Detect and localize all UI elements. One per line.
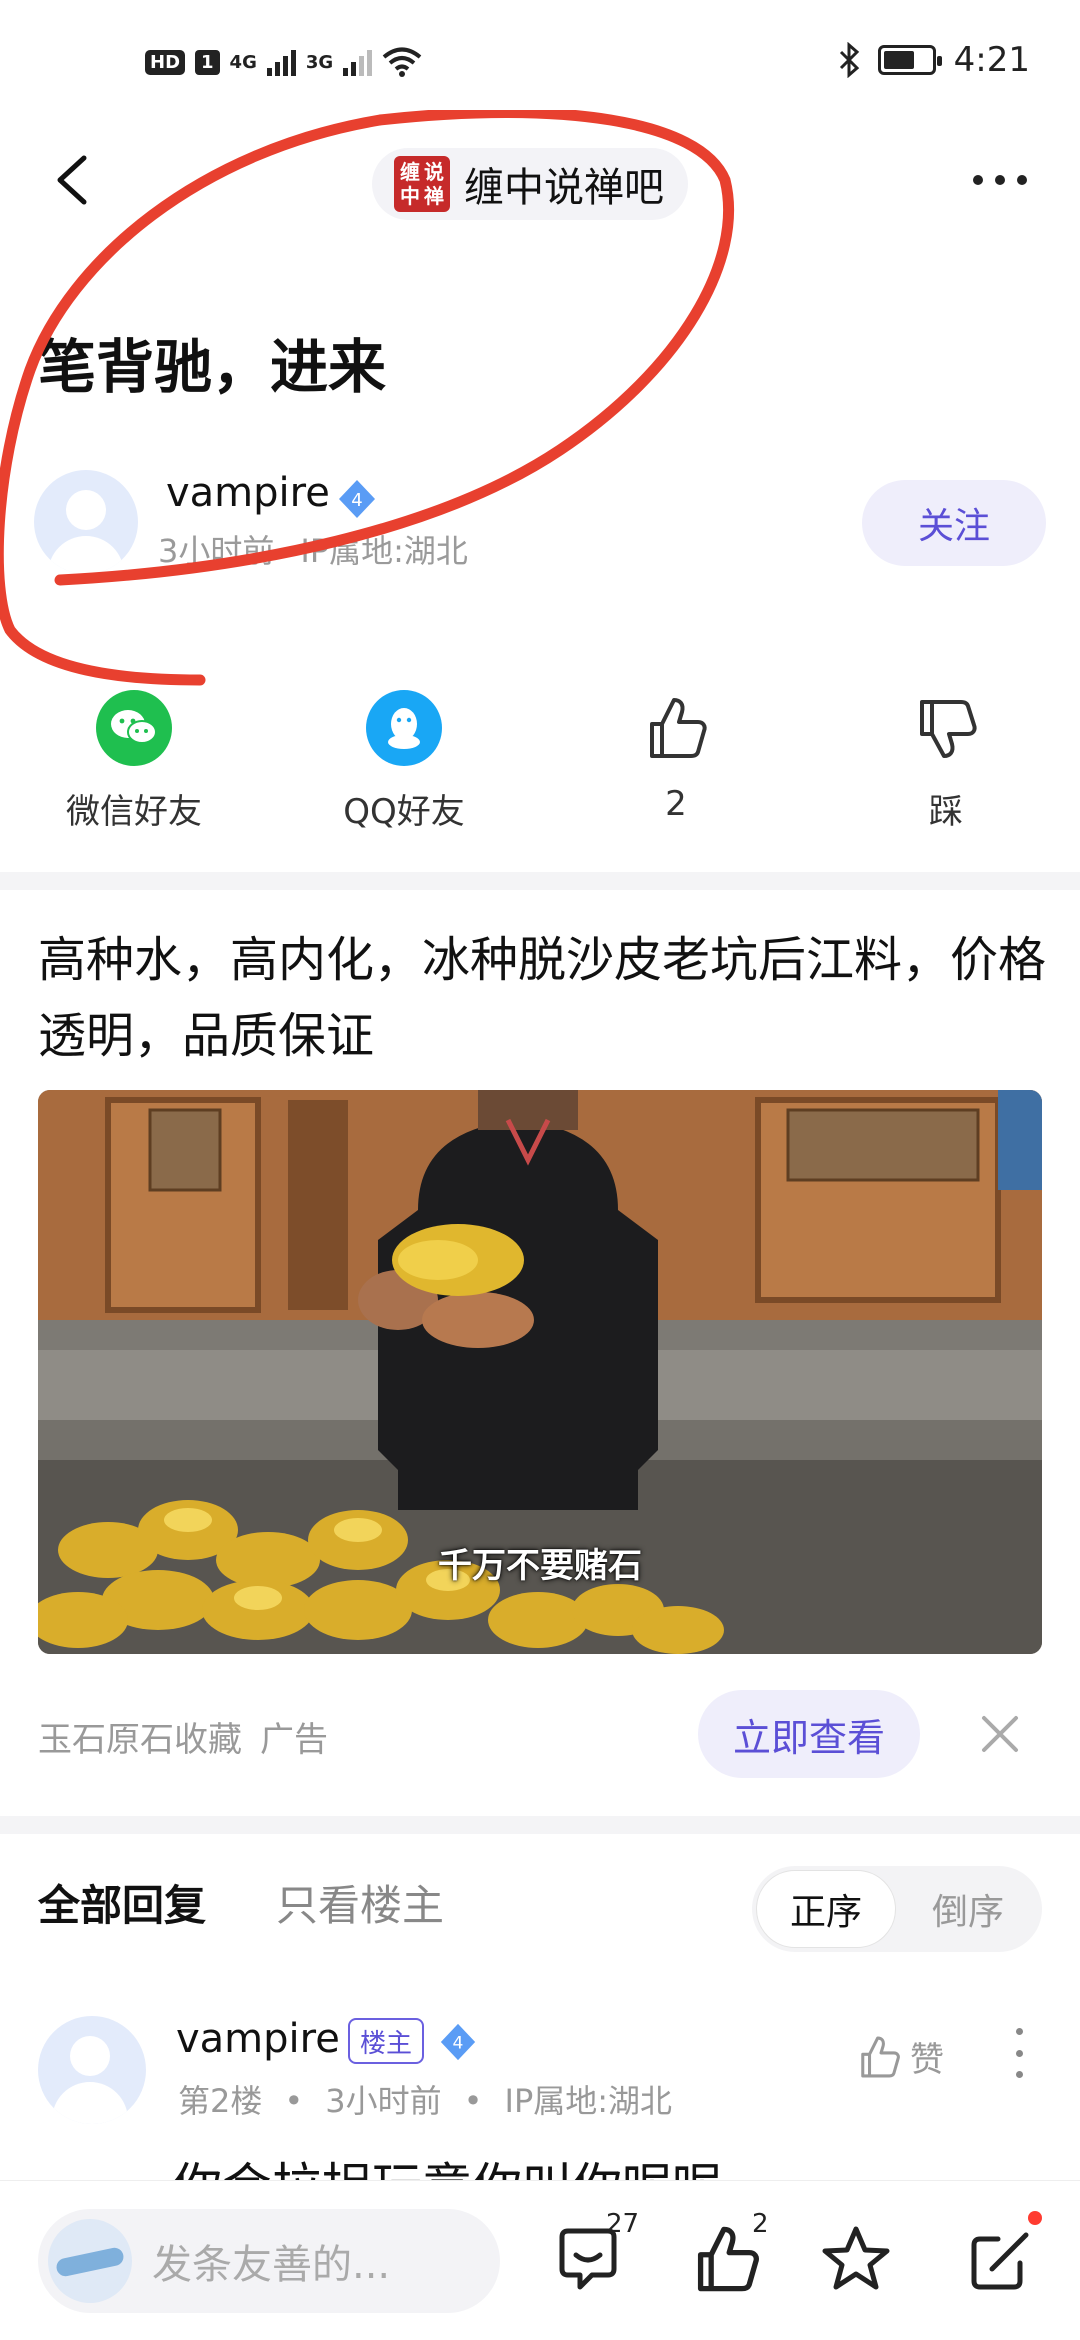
wifi-icon xyxy=(382,47,422,77)
ad-source: 玉石原石收藏 广告 xyxy=(38,1712,328,1761)
dislike-label: 踩 xyxy=(929,792,963,832)
sort-toggle: 正序 倒序 xyxy=(752,1866,1042,1952)
sort-descending[interactable]: 倒序 xyxy=(898,1870,1038,1948)
reply-ip: IP属地:湖北 xyxy=(504,2082,673,2120)
thumbs-up-icon xyxy=(861,2036,900,2077)
share-qq-label: QQ好友 xyxy=(343,792,465,832)
reply-author-name[interactable]: vampire xyxy=(176,2016,340,2062)
post-ip: IP属地:湖北 xyxy=(300,532,468,570)
qq-icon xyxy=(366,690,442,766)
share-icon[interactable] xyxy=(966,2223,1038,2295)
ad-source-name: 玉石原石收藏 xyxy=(38,1720,242,1760)
post-title: 笔背驰，进来 xyxy=(38,333,387,401)
comment-count: 27 xyxy=(606,2209,640,2239)
level-badge-icon: 4 xyxy=(339,480,375,518)
ad-tag: 广告 xyxy=(260,1720,328,1760)
share-wechat[interactable]: 微信好友 xyxy=(34,690,234,833)
reply-item: vampire 楼主 4 第2楼 • 3小时前 • IP属地:湖北 赞 xyxy=(38,2016,1042,2166)
hd-voice-icon: HD xyxy=(145,49,186,75)
share-qq[interactable]: QQ好友 xyxy=(304,690,504,833)
level-badge-icon: 4 xyxy=(440,2023,476,2061)
bottom-like-count: 2 xyxy=(752,2209,769,2239)
reply-more-icon[interactable] xyxy=(1014,2028,1024,2078)
dislike-button[interactable]: 踩 xyxy=(846,690,1046,833)
ad-title[interactable]: 高种水，高内化，冰种脱沙皮老坑后江料，价格透明，品质保证 xyxy=(38,922,1048,1074)
star-icon[interactable] xyxy=(820,2223,892,2295)
like-count: 2 xyxy=(665,784,687,824)
reply-floor: 第2楼 xyxy=(178,2082,263,2120)
forum-chip[interactable]: 缠说 中禅 缠中说禅吧 xyxy=(372,148,688,220)
comment-input[interactable]: 发条友善的... xyxy=(38,2209,500,2313)
tab-all-replies[interactable]: 全部回复 xyxy=(38,1881,206,1930)
post-meta: 3小时前 IP属地:湖北 xyxy=(158,526,468,572)
author-name[interactable]: vampire xyxy=(166,470,330,516)
close-icon[interactable] xyxy=(978,1712,1022,1756)
battery-icon xyxy=(877,45,942,75)
share-wechat-label: 微信好友 xyxy=(66,792,202,832)
more-options-icon[interactable] xyxy=(962,160,1038,200)
ad-view-button[interactable]: 立即查看 xyxy=(698,1690,920,1778)
tab-op-only[interactable]: 只看楼主 xyxy=(276,1881,444,1930)
like-button[interactable]: 2 xyxy=(576,690,776,824)
signal-bars-icon-2 xyxy=(343,48,373,76)
wechat-icon xyxy=(96,690,172,766)
reply-like-label: 赞 xyxy=(910,2040,944,2080)
thumbs-down-icon xyxy=(908,690,984,766)
svg-text:4: 4 xyxy=(453,2034,464,2054)
reply-time: 3小时前 xyxy=(325,2082,442,2120)
post-time: 3小时前 xyxy=(158,532,275,570)
status-indicators: HD 1 4G 3G xyxy=(145,46,422,78)
op-badge: 楼主 xyxy=(348,2018,425,2064)
section-divider-2 xyxy=(0,1816,1080,1834)
comment-placeholder: 发条友善的... xyxy=(152,2242,391,2288)
sort-ascending[interactable]: 正序 xyxy=(756,1870,896,1948)
reply-tabs: 全部回复 只看楼主 xyxy=(38,1872,444,1933)
forum-logo: 缠说 中禅 xyxy=(394,156,450,212)
follow-button[interactable]: 关注 xyxy=(862,480,1046,566)
author-row: vampire 4 3小时前 IP属地:湖北 关注 xyxy=(34,470,1046,580)
back-arrow-icon[interactable] xyxy=(48,150,108,210)
svg-text:4: 4 xyxy=(351,490,362,511)
status-right: 4:21 xyxy=(838,40,1030,80)
sim-card-icon: 1 xyxy=(195,49,220,75)
notification-dot xyxy=(1028,2211,1042,2225)
ad-video-caption: 千万不要赌石 xyxy=(438,1546,642,1586)
author-avatar[interactable] xyxy=(34,470,138,574)
share-row: 微信好友 QQ好友 2 踩 xyxy=(0,690,1080,840)
reply-meta: 第2楼 • 3小时前 • IP属地:湖北 xyxy=(178,2082,673,2120)
forum-name: 缠中说禅吧 xyxy=(464,165,664,211)
user-avatar xyxy=(48,2219,132,2303)
reply-like-button[interactable]: 赞 xyxy=(856,2032,944,2081)
ad-video-thumbnail[interactable]: 千万不要赌石 xyxy=(38,1090,1042,1654)
clock: 4:21 xyxy=(953,40,1030,80)
network-type-1: 4G xyxy=(229,51,257,73)
bottom-bar: 发条友善的... 27 2 xyxy=(0,2180,1080,2340)
signal-bars-icon xyxy=(266,48,296,76)
reply-avatar[interactable] xyxy=(38,2016,146,2124)
section-divider xyxy=(0,872,1080,890)
network-type-2: 3G xyxy=(305,51,334,73)
thumbs-up-icon xyxy=(638,690,714,766)
status-bar: HD 1 4G 3G 4:21 xyxy=(0,0,1080,130)
bluetooth-icon xyxy=(839,42,859,78)
